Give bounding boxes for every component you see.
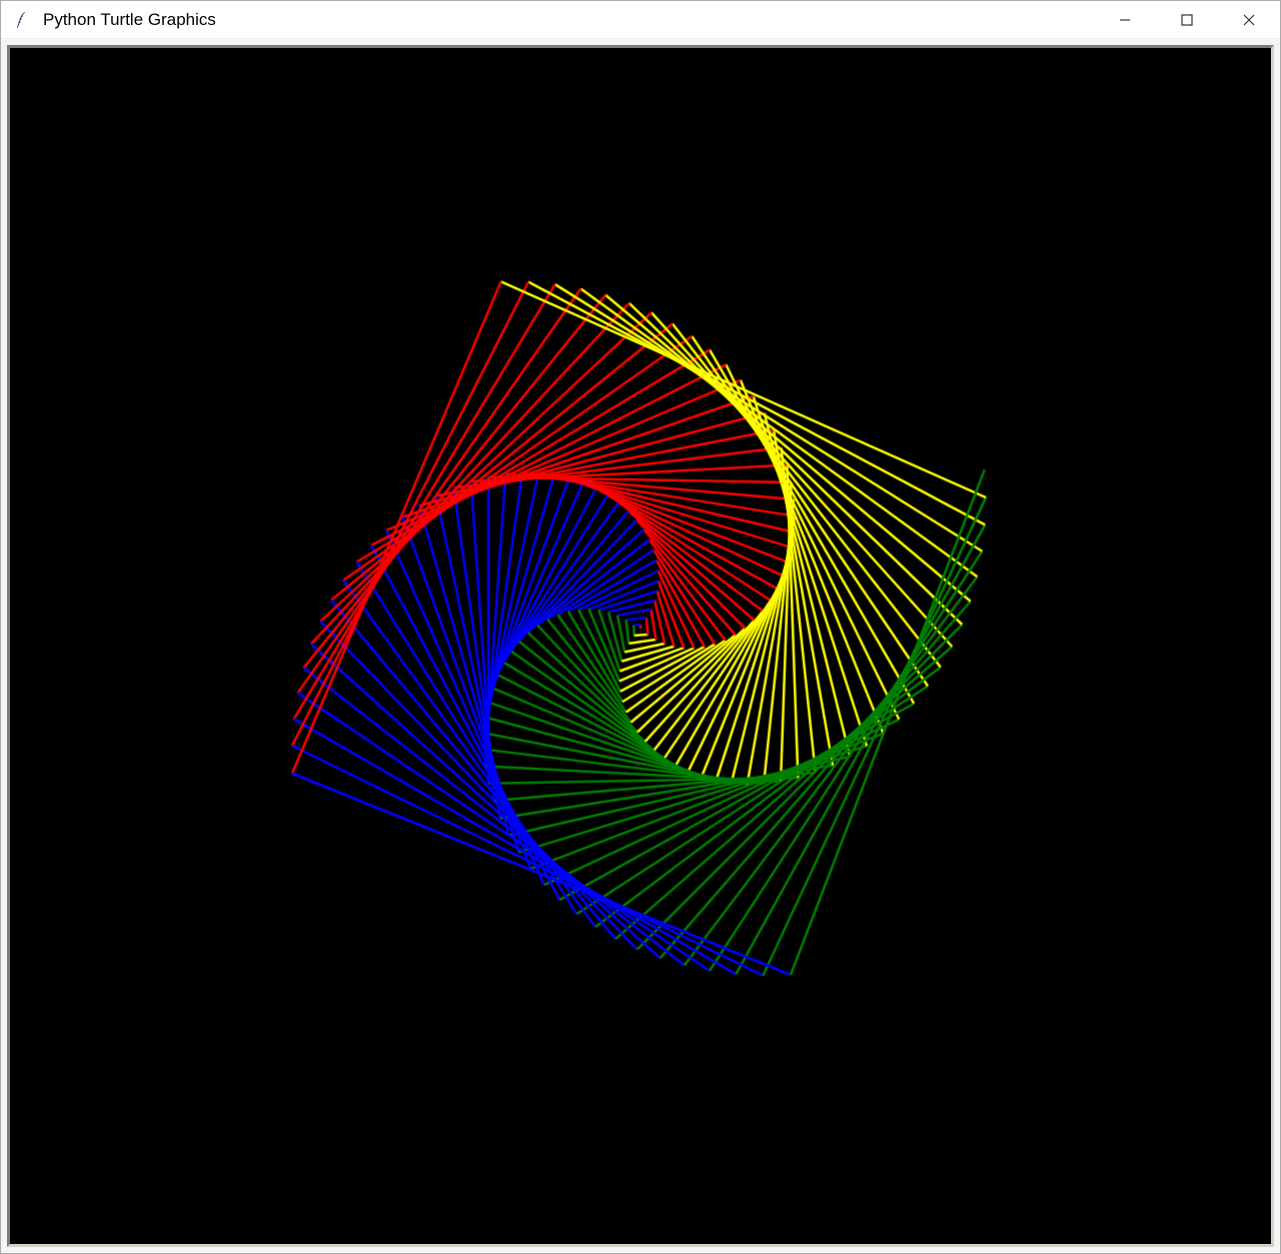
maximize-button[interactable] bbox=[1156, 1, 1218, 38]
window-title: Python Turtle Graphics bbox=[43, 10, 1094, 30]
titlebar[interactable]: Python Turtle Graphics bbox=[1, 1, 1280, 39]
application-window: Python Turtle Graphics bbox=[0, 0, 1281, 1254]
minimize-button[interactable] bbox=[1094, 1, 1156, 38]
turtle-canvas bbox=[10, 48, 1271, 1244]
window-controls bbox=[1094, 1, 1280, 38]
close-button[interactable] bbox=[1218, 1, 1280, 38]
turtle-canvas-container bbox=[7, 45, 1274, 1247]
python-feather-icon bbox=[11, 10, 31, 30]
content-frame bbox=[1, 39, 1280, 1253]
